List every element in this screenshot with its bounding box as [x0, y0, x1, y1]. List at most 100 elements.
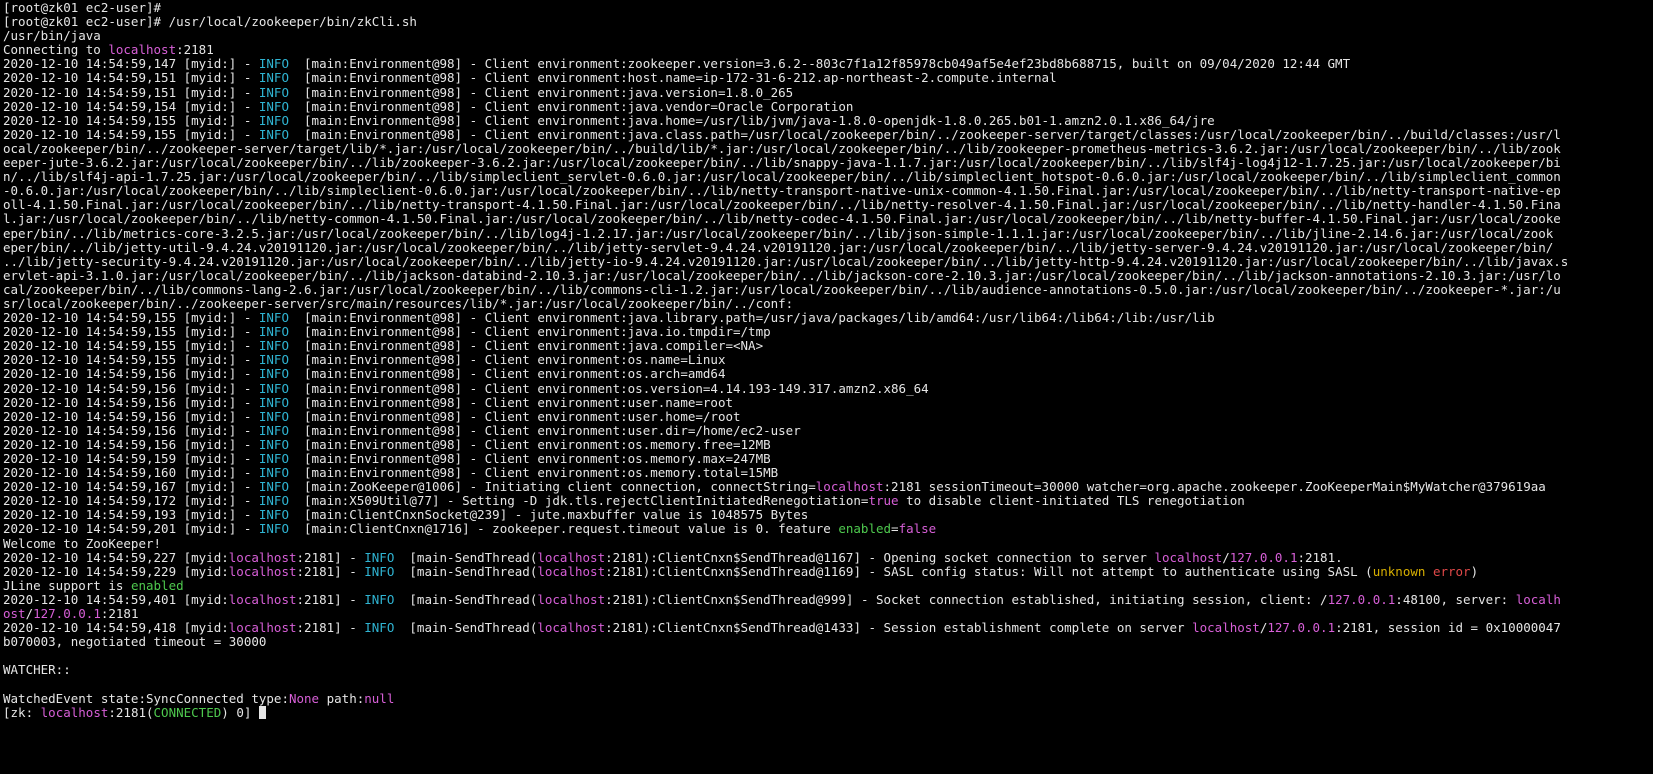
line-text: 2020-12-10 14:54:59,160 [myid:] -	[3, 466, 259, 481]
highlight-magenta: localhost	[537, 550, 606, 565]
terminal-line: -0.6.0.jar:/usr/local/zookeeper/bin/../l…	[3, 184, 1653, 198]
line-text: 2020-12-10 14:54:59,193 [myid:] -	[3, 508, 259, 523]
line-text: [main:Environment@98] - Client environme…	[288, 437, 771, 452]
highlight-magenta: localhost	[228, 564, 297, 579]
terminal-line: ocal/zookeeper/bin/../zookeeper-server/t…	[3, 142, 1653, 156]
highlight-cyan: INFO	[258, 339, 289, 354]
line-text: to disable client-initiated TLS renegoti…	[898, 494, 1245, 509]
line-text: 2020-12-10 14:54:59,151 [myid:] -	[3, 71, 259, 86]
line-text: [main:X509Util@77] - Setting -D jdk.tls.…	[288, 494, 869, 509]
highlight-magenta: localhost	[537, 592, 606, 607]
line-text: ocal/zookeeper/bin/../zookeeper-server/t…	[3, 141, 1561, 156]
line-text: [main:ZooKeeper@1006] - Initiating clien…	[288, 480, 816, 495]
line-text: [root@zk01 ec2-user]#	[3, 1, 162, 15]
terminal-line: eeper-jute-3.6.2.jar:/usr/local/zookeepe…	[3, 156, 1653, 170]
line-text: =	[891, 522, 899, 537]
line-text: :48100, server:	[1395, 592, 1516, 607]
line-text: sr/local/zookeeper/bin/../zookeeper-serv…	[3, 296, 794, 311]
highlight-magenta: 127.0.0.1	[1267, 621, 1336, 636]
terminal-line: 2020-12-10 14:54:59,155 [myid:] - INFO […	[3, 128, 1653, 142]
line-text: 2020-12-10 14:54:59,201 [myid:] -	[3, 522, 259, 537]
line-text: [main:Environment@98] - Client environme…	[288, 325, 771, 340]
line-text	[1425, 565, 1433, 579]
terminal-line: ost/127.0.0.1:2181	[3, 607, 1653, 621]
line-text: [main:Environment@98] - Client environme…	[288, 367, 726, 382]
terminal-line: [root@zk01 ec2-user]# /usr/local/zookeep…	[3, 15, 1653, 29]
line-text: eeper-jute-3.6.2.jar:/usr/local/zookeepe…	[3, 156, 1561, 171]
terminal-line: oll-4.1.50.Final.jar:/usr/local/zookeepe…	[3, 198, 1653, 212]
terminal-window[interactable]: [root@zk01 ec2-user]# [root@zk01 ec2-user…	[0, 0, 1653, 774]
terminal-line: 2020-12-10 14:54:59,167 [myid:] - INFO […	[3, 480, 1653, 494]
terminal-line: 2020-12-10 14:54:59,401 [myid:localhost:…	[3, 593, 1653, 607]
line-text: [main:ClientCnxnSocket@239] - jute.maxbu…	[288, 508, 809, 523]
highlight-cyan: INFO	[258, 85, 289, 100]
line-text: :2181.	[1297, 550, 1343, 565]
highlight-cyan: INFO	[258, 452, 289, 466]
line-text: :2181] -	[296, 592, 365, 607]
highlight-magenta: localhost	[537, 564, 606, 579]
highlight-yellow: unknown	[1372, 564, 1426, 579]
highlight-cyan: INFO	[258, 57, 289, 72]
terminal-line: Welcome to ZooKeeper!	[3, 537, 1653, 551]
terminal-line: 2020-12-10 14:54:59,193 [myid:] - INFO […	[3, 508, 1653, 522]
terminal-line: 2020-12-10 14:54:59,155 [myid:] - INFO […	[3, 353, 1653, 367]
text-cursor[interactable]	[258, 705, 266, 719]
line-text: [main:Environment@98] - Client environme…	[288, 452, 771, 466]
terminal-line: 2020-12-10 14:54:59,155 [myid:] - INFO […	[3, 114, 1653, 128]
terminal-line: 2020-12-10 14:54:59,156 [myid:] - INFO […	[3, 424, 1653, 438]
highlight-cyan: INFO	[258, 127, 289, 142]
terminal-line: 2020-12-10 14:54:59,418 [myid:localhost:…	[3, 621, 1653, 635]
line-text: [main:Environment@98] - Client environme…	[288, 85, 794, 100]
highlight-cyan: INFO	[258, 466, 289, 481]
line-text: [main:Environment@98] - Client environme…	[288, 353, 726, 368]
line-text: /	[1222, 550, 1230, 565]
highlight-green: CONNECTED	[153, 705, 222, 720]
terminal-line: b070003, negotiated timeout = 30000	[3, 635, 1653, 649]
line-text: ../lib/jetty-security-9.4.24.v20191120.j…	[3, 254, 1569, 269]
line-text: path:	[319, 691, 365, 706]
highlight-cyan: INFO	[258, 71, 289, 86]
line-text: Connecting to	[3, 43, 109, 58]
line-text: /usr/bin/java	[3, 29, 101, 44]
highlight-cyan: INFO	[258, 409, 289, 424]
line-text: 2020-12-10 14:54:59,156 [myid:] -	[3, 381, 259, 396]
line-text: 2020-12-10 14:54:59,155 [myid:] -	[3, 325, 259, 340]
highlight-magenta: false	[898, 522, 937, 537]
terminal-line: ervlet-api-3.1.0.jar:/usr/local/zookeepe…	[3, 269, 1653, 283]
terminal-line: 2020-12-10 14:54:59,201 [myid:] - INFO […	[3, 522, 1653, 536]
terminal-line: 2020-12-10 14:54:59,159 [myid:] - INFO […	[3, 452, 1653, 466]
line-text: :2181, session id = 0x10000047	[1335, 621, 1561, 636]
line-text: 2020-12-10 14:54:59,159 [myid:] -	[3, 452, 259, 466]
highlight-magenta: 127.0.0.1	[1229, 550, 1298, 565]
line-text: eper/bin/../lib/metrics-core-3.2.5.jar:/…	[3, 226, 1554, 241]
line-text: [main:Environment@98] - Client environme…	[288, 113, 1215, 128]
terminal-line: 2020-12-10 14:54:59,227 [myid:localhost:…	[3, 551, 1653, 565]
line-text: JLine support is	[3, 578, 131, 593]
highlight-magenta: ost	[3, 607, 26, 622]
line-text: 2020-12-10 14:54:59,151 [myid:] -	[3, 85, 259, 100]
line-text: -0.6.0.jar:/usr/local/zookeeper/bin/../l…	[3, 184, 1561, 199]
highlight-cyan: INFO	[258, 325, 289, 340]
line-text: ) 0]	[221, 705, 259, 720]
line-text: :2181] -	[296, 564, 365, 579]
line-text: [main:Environment@98] - Client environme…	[288, 466, 779, 481]
terminal-line: 2020-12-10 14:54:59,156 [myid:] - INFO […	[3, 410, 1653, 424]
line-text: 2020-12-10 14:54:59,154 [myid:] -	[3, 99, 259, 114]
line-text: [main:Environment@98] - Client environme…	[288, 423, 801, 438]
highlight-cyan: INFO	[258, 437, 289, 452]
line-text: [main:Environment@98] - Client environme…	[288, 71, 1057, 86]
line-text: [main:Environment@98] - Client environme…	[288, 127, 1561, 142]
line-text: /	[25, 607, 34, 622]
line-text: :2181 sessionTimeout=30000 watcher=org.a…	[883, 480, 1546, 495]
terminal-line: 2020-12-10 14:54:59,160 [myid:] - INFO […	[3, 466, 1653, 480]
terminal-line: 2020-12-10 14:54:59,156 [myid:] - INFO […	[3, 396, 1653, 410]
highlight-cyan: INFO	[258, 113, 289, 128]
line-text: )	[1470, 564, 1479, 579]
highlight-cyan: INFO	[258, 480, 289, 495]
command-prompt-line[interactable]: [zk: localhost:2181(CONNECTED) 0]	[3, 705, 1653, 720]
line-text: WATCHER::	[3, 663, 71, 678]
line-text: 2020-12-10 14:54:59,156 [myid:] -	[3, 437, 259, 452]
terminal-line: Connecting to localhost:2181	[3, 43, 1653, 57]
